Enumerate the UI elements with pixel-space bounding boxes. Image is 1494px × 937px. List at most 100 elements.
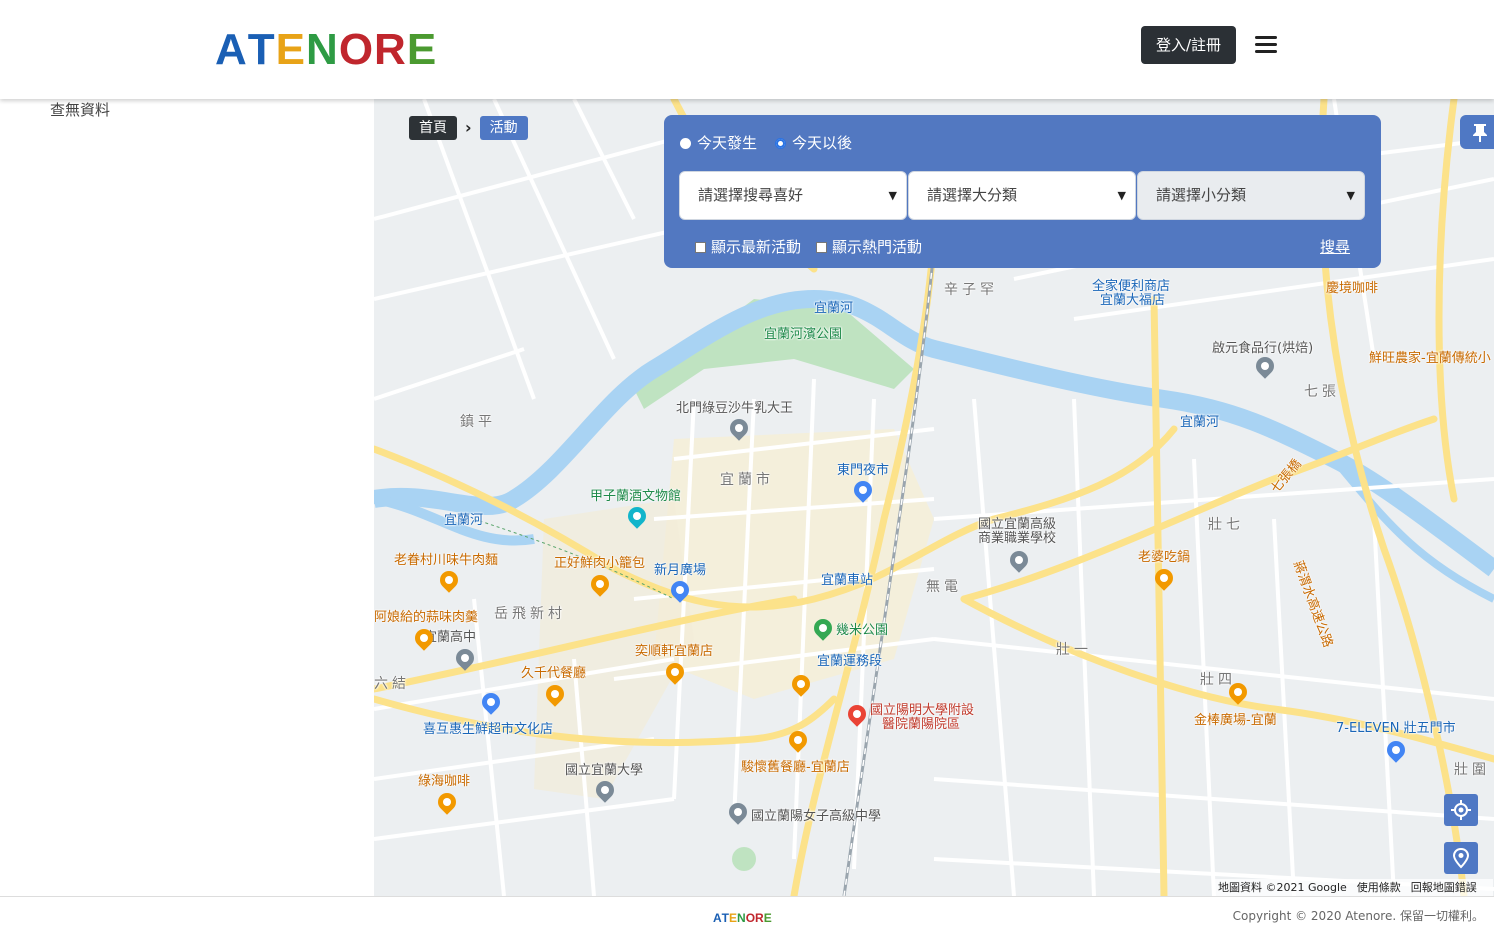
my-location-icon[interactable] [1444,794,1478,826]
map-pin-icon[interactable] [810,615,836,641]
map-pin-icon[interactable] [850,477,876,503]
poi-label[interactable]: 7-ELEVEN 壯五門市 [1336,721,1456,736]
site-footer: ATENORE Copyright © 2020 Atenore. 保留一切權利… [0,896,1494,937]
poi-label[interactable]: 全家便利商店 [1092,279,1170,294]
poi-label[interactable]: 商業職業學校 [978,531,1056,546]
radio-after-today[interactable]: 今天以後 [775,133,852,153]
poi-label[interactable]: 國立陽明大學附設 [870,703,974,718]
show-hot-checkbox[interactable]: 顯示熱門活動 [816,238,922,256]
poi-label[interactable]: 國立宜蘭高級 [978,517,1056,532]
map-pin-icon[interactable] [434,789,460,815]
map-pin-icon[interactable] [452,645,478,671]
map-pin-icon[interactable] [785,727,811,753]
area-label: 壯七 [1208,517,1244,533]
map-pin-icon[interactable] [542,681,568,707]
poi-label[interactable]: 奕順軒宜蘭店 [635,644,713,659]
chevron-down-icon: ▼ [1117,189,1126,202]
major-category-select[interactable]: 請選擇大分類 ▼ [908,171,1136,220]
footer-logo[interactable]: ATENORE [713,911,772,925]
poi-label[interactable]: 國立蘭陽女子高級中學 [751,809,881,824]
poi-label[interactable]: 宜蘭運務段 [817,654,882,669]
poi-label[interactable]: 綠海咖啡 [418,774,470,789]
logo-letter: E [729,911,738,925]
no-data-text: 查無資料 [50,101,111,119]
poi-label[interactable]: 宜蘭河濱公園 [764,327,842,342]
map-pin-icon[interactable] [726,415,752,441]
logo-letter: N [306,25,339,74]
poi-label[interactable]: 喜互惠生鮮超市文化店 [423,722,553,737]
map-view[interactable]: 全家便利商店 宜蘭大福店 慶境咖啡 宜蘭河濱公園 啟元食品行(烘焙) 鮮旺農家-… [374,99,1494,896]
map-pin-icon[interactable] [478,689,504,715]
poi-label[interactable]: 醫院蘭陽院區 [882,717,960,732]
poi-label[interactable]: 正好鮮肉小籠包 [554,556,645,571]
location-marker-icon[interactable] [1444,842,1478,874]
login-register-button[interactable]: 登入/註冊 [1141,26,1236,64]
poi-label[interactable]: 金棒廣場-宜蘭 [1194,713,1277,728]
map-pin-icon[interactable] [436,567,462,593]
breadcrumb: 首頁 › 活動 [409,116,528,140]
area-label: 七張 [1304,384,1340,400]
map-pin-icon[interactable] [667,577,693,603]
select-value: 請選擇搜尋喜好 [698,186,804,204]
radio-selected-icon [775,137,786,149]
map-pin-icon[interactable] [1006,547,1032,573]
checkbox-icon [695,241,706,253]
map-pin-icon[interactable] [1252,353,1278,379]
river-label: 宜蘭河 [444,513,484,528]
logo-letter: E [763,911,772,925]
map-pin-icon[interactable] [662,659,688,685]
poi-label[interactable]: 老眷村川味牛肉麵 [394,553,498,568]
map-pin-icon[interactable] [725,799,751,825]
poi-label[interactable]: 宜蘭車站 [821,573,873,588]
show-latest-checkbox[interactable]: 顯示最新活動 [695,238,801,256]
poi-label[interactable]: 阿娘給的蒜味肉羹 [374,610,478,625]
poi-label[interactable]: 鮮旺農家-宜蘭傳統小 [1369,351,1491,366]
hamburger-menu-icon[interactable] [1255,34,1277,54]
report-error-link[interactable]: 回報地圖錯誤 [1411,881,1477,894]
river-label: 宜蘭河 [1180,415,1220,430]
site-header: ATENORE 登入/註冊 [0,0,1494,99]
poi-label[interactable]: 久千代餐廳 [521,666,586,681]
search-button[interactable]: 搜尋 [1320,237,1350,257]
area-label: 鎮平 [460,414,496,430]
area-label: 壯一 [1056,642,1092,658]
map-pin-icon[interactable] [592,777,618,803]
atenore-logo[interactable]: ATENORE [215,26,437,74]
map-pin-icon[interactable] [1383,737,1409,763]
poi-label[interactable]: 東門夜市 [837,463,889,478]
checkbox-label: 顯示最新活動 [711,238,802,256]
logo-letter: O [745,911,756,925]
map-pin-icon[interactable] [411,625,437,651]
poi-label[interactable]: 啟元食品行(烘焙) [1212,341,1313,356]
poi-label[interactable]: 幾米公園 [836,623,888,638]
map-pin-icon[interactable] [1151,565,1177,591]
terms-link[interactable]: 使用條款 [1357,881,1401,894]
chevron-down-icon: ▼ [888,189,897,202]
map-pin-icon[interactable] [1225,679,1251,705]
breadcrumb-activities[interactable]: 活動 [479,116,528,140]
breadcrumb-home[interactable]: 首頁 [409,116,457,140]
poi-label[interactable]: 宜蘭大福店 [1100,293,1165,308]
radio-today[interactable]: 今天發生 [680,133,757,153]
minor-category-select[interactable]: 請選擇小分類 ▼ [1137,171,1365,220]
map-pin-icon[interactable] [844,701,870,727]
poi-label[interactable]: 慶境咖啡 [1326,281,1378,296]
map-pin-icon[interactable] [624,503,650,529]
poi-label[interactable]: 國立宜蘭大學 [565,763,643,778]
poi-label[interactable]: 駿懷舊餐廳-宜蘭店 [741,760,850,775]
poi-label[interactable]: 老婆吃鍋 [1138,550,1190,565]
map-pin-icon[interactable] [587,571,613,597]
poi-label[interactable]: 甲子蘭酒文物館 [590,489,681,504]
preference-select[interactable]: 請選擇搜尋喜好 ▼ [679,171,907,220]
poi-label[interactable]: 北門綠豆沙牛乳大王 [676,401,793,416]
area-label: 宜蘭市 [720,472,774,488]
map-pin-icon[interactable] [788,671,814,697]
select-value: 請選擇小分類 [1156,186,1247,204]
logo-letter: R [374,25,407,74]
results-sidebar: 查無資料 [0,99,374,896]
logo-letter: A [713,911,722,925]
logo-letter: E [406,25,438,74]
area-label: 六結 [374,676,410,692]
poi-label[interactable]: 新月廣場 [654,563,706,578]
pin-panel-icon[interactable] [1460,115,1494,149]
